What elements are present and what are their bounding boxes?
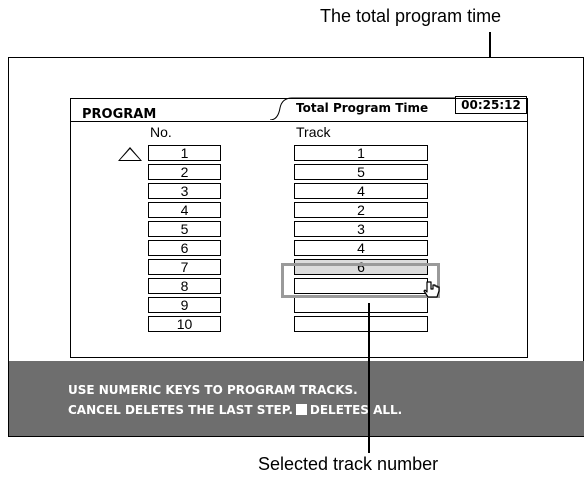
program-number-cell: 1 [148, 145, 221, 161]
instruction-line-1: USE NUMERIC KEYS TO PROGRAM TRACKS. [68, 383, 358, 397]
track-cell[interactable]: 3 [294, 221, 428, 237]
column-header-no: No. [150, 124, 172, 140]
total-program-time-callout: The total program time [320, 6, 502, 26]
program-number-cell: 9 [148, 297, 221, 313]
program-number-cell: 5 [148, 221, 221, 237]
track-cell[interactable]: 4 [294, 183, 428, 199]
program-number-cell: 6 [148, 240, 221, 256]
program-number-cell: 3 [148, 183, 221, 199]
total-program-time-value: 00:25:12 [455, 96, 527, 114]
track-cell[interactable] [294, 297, 428, 313]
instruction-line-2: CANCEL DELETES THE LAST STEP. DELETES ALL… [68, 403, 402, 417]
program-number-cell: 8 [148, 278, 221, 294]
instruction-line-2-end: DELETES ALL. [309, 403, 403, 417]
program-number-cell: 10 [148, 316, 221, 332]
selected-track-callout: Selected track number [258, 454, 439, 474]
header-divider [70, 121, 528, 122]
track-cell[interactable]: 4 [294, 240, 428, 256]
track-cell[interactable]: 1 [294, 145, 428, 161]
track-cell[interactable]: 5 [294, 164, 428, 180]
program-tab-title: PROGRAM [82, 107, 157, 122]
track-cell[interactable]: 2 [294, 202, 428, 218]
hand-pointer-icon [423, 281, 440, 298]
program-number-cell: 2 [148, 164, 221, 180]
callout-leader-line-bottom [368, 303, 370, 453]
instruction-line-2-start: CANCEL DELETES THE LAST STEP. [68, 403, 293, 417]
program-number-cell: 4 [148, 202, 221, 218]
stop-square-icon [295, 404, 307, 415]
up-triangle-icon-fill [120, 149, 140, 160]
selected-track-frame [281, 263, 440, 298]
instruction-bar [9, 361, 584, 436]
track-cell[interactable] [294, 316, 428, 332]
total-program-time-label: Total Program Time [296, 101, 429, 115]
program-number-cell: 7 [148, 259, 221, 275]
column-header-track: Track [296, 124, 331, 140]
